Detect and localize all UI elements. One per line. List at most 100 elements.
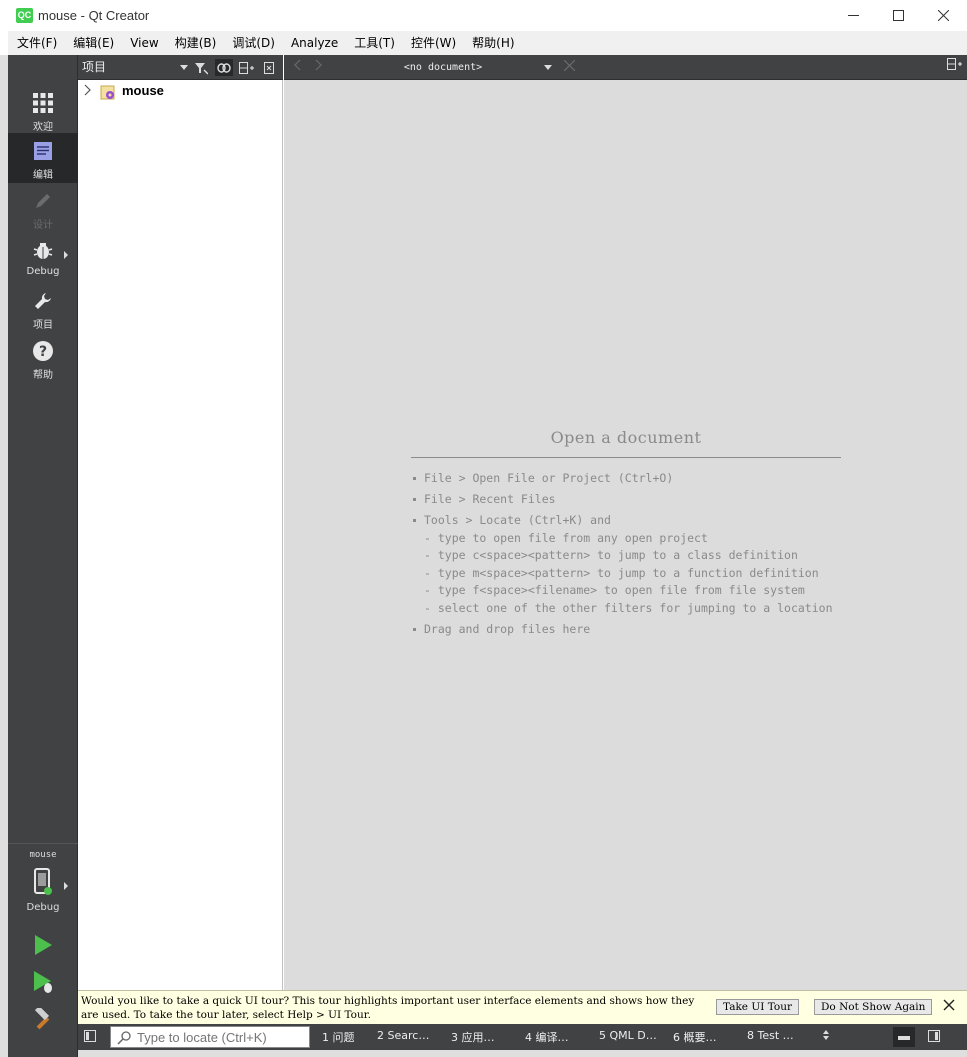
project-view-label: 项目 [82, 60, 107, 74]
mode-help[interactable]: ? 帮助 [8, 333, 78, 383]
hint-drag-drop: Drag and drop files here [411, 621, 841, 639]
up-down-arrows-icon [823, 1030, 829, 1040]
wrench-icon [31, 289, 55, 313]
qt-project-icon [100, 85, 116, 100]
menu-tools[interactable]: 工具(T) [346, 31, 403, 55]
project-view-select[interactable]: 项目 [82, 58, 188, 77]
minimize-button[interactable] [830, 0, 876, 31]
output-tab-application[interactable]: 3 应用… [451, 1029, 495, 1045]
project-tree: mouse [78, 80, 283, 990]
menu-analyze[interactable]: Analyze [283, 31, 346, 55]
close-icon [943, 999, 955, 1011]
toggle-right-sidebar-button[interactable] [928, 1030, 940, 1042]
mode-design-label: 设计 [33, 220, 53, 231]
filter-tree-button[interactable] [192, 59, 210, 76]
kit-build-config: Debug [26, 902, 60, 913]
toggle-left-sidebar-button[interactable] [84, 1030, 96, 1042]
output-tab-general[interactable]: 6 概要… [673, 1029, 717, 1045]
editor-area[interactable]: Open a document File > Open File or Proj… [284, 80, 967, 990]
hint-locate-sub: - type to open file from any open projec… [424, 530, 708, 545]
mode-help-label: 帮助 [33, 370, 53, 381]
infobar-close-button[interactable] [942, 998, 958, 1014]
mode-welcome[interactable]: 欢迎 [8, 85, 78, 135]
pencil-icon [31, 189, 55, 213]
mode-edit[interactable]: 编辑 [8, 133, 78, 183]
menu-widgets[interactable]: 控件(W) [403, 31, 464, 55]
open-document-instructions: File > Open File or Project (Ctrl+O) Fil… [411, 470, 841, 638]
link-icon [217, 62, 231, 73]
document-edit-icon [31, 139, 55, 163]
menu-build[interactable]: 构建(B) [167, 31, 225, 55]
title-bar: QC mouse - Qt Creator [0, 0, 967, 31]
menu-help[interactable]: 帮助(H) [464, 31, 522, 55]
split-editor-button[interactable] [945, 58, 963, 76]
do-not-show-again-button[interactable]: Do Not Show Again [814, 999, 933, 1015]
help-icon: ? [31, 339, 55, 363]
mode-projects-label: 项目 [33, 320, 53, 331]
maximize-button[interactable] [875, 0, 921, 31]
tree-item-mouse[interactable]: mouse [122, 83, 164, 98]
close-window-button[interactable] [920, 0, 966, 31]
hint-recent-files: File > Recent Files [411, 491, 841, 509]
window-title: mouse - Qt Creator [38, 8, 150, 23]
menu-file[interactable]: 文件(F) [8, 31, 65, 55]
hint-locate-sub: - type c<space><pattern> to jump to a cl… [424, 548, 798, 562]
forward-button[interactable] [310, 58, 328, 76]
mode-projects[interactable]: 项目 [8, 283, 78, 333]
toggle-progress-details-button[interactable] [893, 1027, 915, 1047]
close-icon [563, 59, 575, 72]
minimize-icon [847, 15, 859, 16]
debug-play-icon [34, 971, 52, 993]
hint-locate-sub: - type f<space><filename> to open file f… [424, 583, 805, 597]
hint-open-file: File > Open File or Project (Ctrl+O) [411, 470, 841, 488]
locator-input[interactable] [137, 1027, 307, 1047]
kit-selector[interactable]: mouse Debug [8, 843, 78, 923]
search-icon [117, 1031, 131, 1048]
grid-icon [31, 91, 55, 115]
output-tab-test[interactable]: 8 Test … [747, 1029, 794, 1042]
split-icon [238, 61, 254, 74]
menu-view[interactable]: View [122, 31, 166, 55]
split-pane-button[interactable] [237, 59, 255, 76]
build-button[interactable] [30, 1006, 56, 1032]
take-ui-tour-button[interactable]: Take UI Tour [716, 999, 799, 1015]
mode-sidebar: 欢迎 编辑 设计 Debug 项目 ? 帮助 mouse Debug [8, 55, 78, 1057]
close-document-button[interactable] [560, 58, 578, 76]
output-pane-chooser[interactable] [822, 1029, 830, 1044]
close-pane-button[interactable] [260, 59, 278, 76]
window-bottom-edge [78, 1050, 967, 1057]
chevron-left-icon [294, 59, 301, 71]
output-tab-issues[interactable]: 1 问题 [322, 1029, 355, 1045]
desktop-edge [0, 55, 8, 1057]
start-debugging-button[interactable] [30, 969, 56, 995]
hint-locate: Tools > Locate (Ctrl+K) and [411, 512, 841, 530]
link-with-editor-button[interactable] [215, 59, 233, 76]
output-tab-compile[interactable]: 4 编译… [525, 1029, 569, 1045]
output-tab-qml-debugger[interactable]: 5 QML D… [599, 1029, 657, 1042]
qt-creator-app-icon: QC [16, 8, 33, 23]
infobar-message: Would you like to take a quick UI tour? … [81, 995, 695, 1021]
mode-debug-menu-arrow[interactable] [64, 251, 68, 259]
menu-debug[interactable]: 调试(D) [224, 31, 283, 55]
menu-edit[interactable]: 编辑(E) [65, 31, 122, 55]
back-button[interactable] [288, 58, 306, 76]
mode-debug[interactable]: Debug [8, 233, 78, 283]
mode-edit-label: 编辑 [33, 170, 53, 181]
hammer-icon [34, 1008, 50, 1030]
hint-locate-sub: - type m<space><pattern> to jump to a fu… [424, 565, 819, 580]
open-documents-select[interactable]: <no document> [334, 58, 552, 77]
kit-menu-arrow[interactable] [64, 882, 68, 890]
filter-icon [195, 62, 208, 74]
bug-icon [31, 239, 55, 263]
open-document-hint: Open a document File > Open File or Proj… [411, 428, 841, 642]
svg-text:?: ? [39, 344, 47, 360]
mode-debug-label: Debug [26, 266, 60, 277]
locator[interactable] [110, 1026, 310, 1048]
project-pane-toolbar: 项目 [78, 55, 283, 80]
output-tab-search[interactable]: 2 Searc… [377, 1029, 429, 1042]
chevron-right-icon[interactable] [84, 84, 92, 99]
run-button[interactable] [30, 932, 56, 958]
ui-tour-infobar: Would you like to take a quick UI tour? … [78, 990, 967, 1024]
mode-design[interactable]: 设计 [8, 183, 78, 233]
chevron-down-icon [544, 65, 552, 70]
